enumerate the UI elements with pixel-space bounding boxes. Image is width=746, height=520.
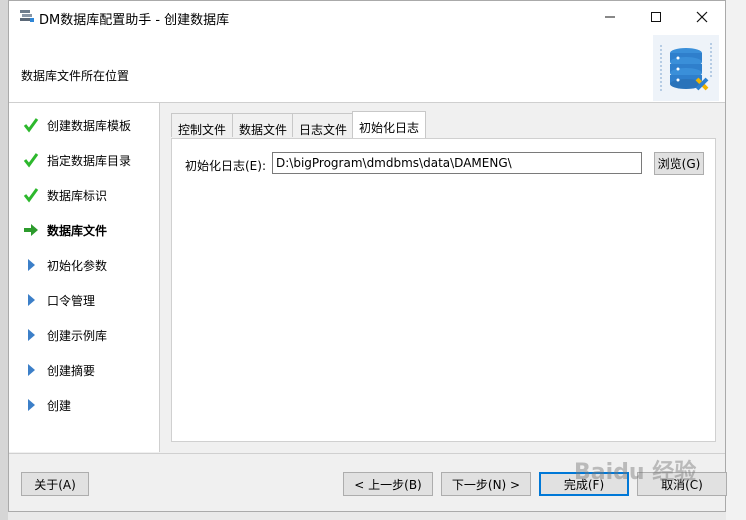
minimize-button[interactable] — [587, 1, 633, 32]
triangle-right-icon — [28, 259, 35, 271]
step-password: 口令管理 — [9, 288, 159, 312]
init-log-label: 初始化日志(E): — [185, 159, 266, 173]
dm-app-icon — [20, 10, 34, 22]
dm-config-window: DM数据库配置助手 - 创建数据库 数据库文件所在位置 创建数据库模板 指定数据… — [8, 0, 727, 512]
step-database-files: 数据库文件 — [9, 218, 159, 242]
step-sample-db: 创建示例库 — [9, 323, 159, 347]
step-create-template: 创建数据库模板 — [9, 113, 159, 137]
step-label: 口令管理 — [47, 294, 96, 308]
step-label: 创建摘要 — [47, 364, 96, 378]
step-summary: 创建摘要 — [9, 358, 159, 382]
step-label: 数据库文件 — [47, 224, 108, 238]
page-title: 数据库文件所在位置 — [21, 69, 130, 83]
check-icon — [23, 188, 39, 203]
step-label: 初始化参数 — [47, 259, 108, 273]
about-button[interactable]: 关于(A) — [21, 472, 89, 496]
prev-button[interactable]: < 上一步(B) — [343, 472, 433, 496]
step-create: 创建 — [9, 393, 159, 417]
triangle-right-icon — [28, 329, 35, 341]
tab-control-file[interactable]: 控制文件 — [171, 113, 234, 137]
maximize-button[interactable] — [633, 1, 679, 32]
tab-log-file[interactable]: 日志文件 — [292, 113, 355, 137]
step-label: 指定数据库目录 — [47, 154, 132, 168]
database-icon — [653, 35, 719, 101]
title-bar: DM数据库配置助手 - 创建数据库 — [9, 1, 725, 32]
minimize-icon — [605, 16, 615, 17]
check-icon — [23, 153, 39, 168]
step-label: 数据库标识 — [47, 189, 108, 203]
close-icon — [696, 11, 708, 22]
triangle-right-icon — [28, 399, 35, 411]
tab-data-file[interactable]: 数据文件 — [232, 113, 295, 137]
arrow-right-icon — [24, 224, 38, 236]
init-log-path-input[interactable] — [272, 152, 642, 174]
tab-panel — [171, 138, 716, 442]
triangle-right-icon — [28, 364, 35, 376]
tab-init-log[interactable]: 初始化日志 — [352, 111, 427, 138]
close-button[interactable] — [679, 1, 725, 32]
step-database-id: 数据库标识 — [9, 183, 159, 207]
baidu-watermark: Baidu 经验 — [574, 460, 697, 485]
next-button[interactable]: 下一步(N) > — [441, 472, 531, 496]
check-icon — [23, 118, 39, 133]
step-label: 创建数据库模板 — [47, 119, 132, 133]
wizard-steps: 创建数据库模板 指定数据库目录 数据库标识 数据库文件 初始化参数 口令管理 创… — [9, 103, 160, 452]
background-app-right — [726, 0, 746, 520]
browse-button[interactable]: 浏览(G) — [654, 152, 704, 175]
window-title: DM数据库配置助手 - 创建数据库 — [39, 13, 230, 28]
triangle-right-icon — [28, 294, 35, 306]
step-label: 创建示例库 — [47, 329, 108, 343]
step-specify-directory: 指定数据库目录 — [9, 148, 159, 172]
wizard-header: 数据库文件所在位置 — [9, 32, 725, 103]
maximize-icon — [651, 11, 661, 22]
background-app-left — [0, 0, 8, 520]
step-init-params: 初始化参数 — [9, 253, 159, 277]
step-label: 创建 — [47, 399, 72, 413]
